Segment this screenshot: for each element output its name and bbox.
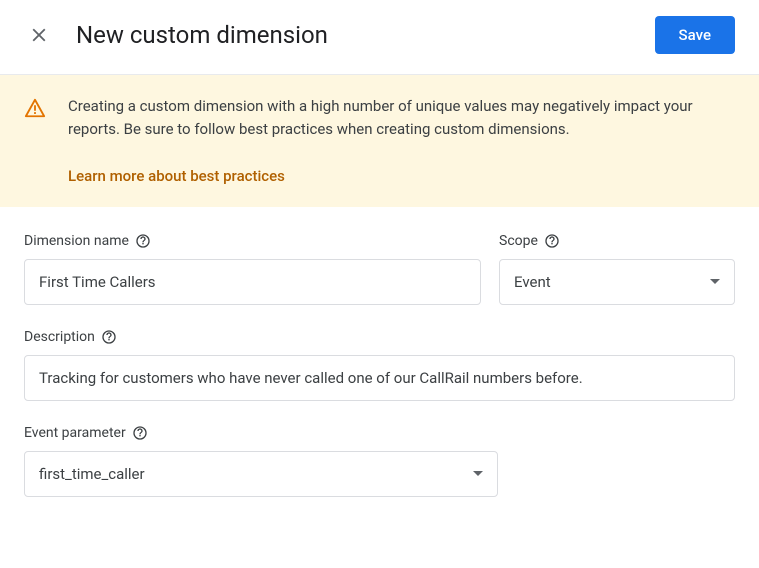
close-icon[interactable] xyxy=(28,24,50,46)
label-text: Dimension name xyxy=(24,233,129,249)
dimension-name-input[interactable] xyxy=(24,259,481,305)
label-text: Event parameter xyxy=(24,425,126,441)
scope-label: Scope xyxy=(499,233,735,249)
label-text: Scope xyxy=(499,233,538,249)
alert-content: Creating a custom dimension with a high … xyxy=(68,95,735,185)
scope-value: Event xyxy=(514,273,551,291)
dimension-name-field: Dimension name xyxy=(24,233,481,305)
warning-alert: Creating a custom dimension with a high … xyxy=(0,75,759,207)
help-icon[interactable] xyxy=(132,425,148,441)
chevron-down-icon xyxy=(473,471,483,476)
dimension-name-label: Dimension name xyxy=(24,233,481,249)
help-icon[interactable] xyxy=(544,233,560,249)
event-parameter-value: first_time_caller xyxy=(39,465,145,483)
save-button[interactable]: Save xyxy=(655,16,735,54)
help-icon[interactable] xyxy=(101,329,117,345)
dialog-header: New custom dimension Save xyxy=(0,0,759,75)
event-parameter-label: Event parameter xyxy=(24,425,498,441)
description-input[interactable] xyxy=(24,355,735,401)
form-area: Dimension name Scope Event Descr xyxy=(0,207,759,497)
description-label: Description xyxy=(24,329,735,345)
label-text: Description xyxy=(24,329,95,345)
scope-select[interactable]: Event xyxy=(499,259,735,305)
event-parameter-select[interactable]: first_time_caller xyxy=(24,451,498,497)
learn-more-link[interactable]: Learn more about best practices xyxy=(68,167,285,185)
chevron-down-icon xyxy=(710,279,720,284)
event-parameter-field: Event parameter first_time_caller xyxy=(24,425,498,497)
scope-field: Scope Event xyxy=(499,233,735,305)
help-icon[interactable] xyxy=(135,233,151,249)
page-title: New custom dimension xyxy=(76,21,655,49)
description-field: Description xyxy=(24,329,735,401)
alert-text: Creating a custom dimension with a high … xyxy=(68,95,735,142)
warning-icon xyxy=(24,97,46,119)
